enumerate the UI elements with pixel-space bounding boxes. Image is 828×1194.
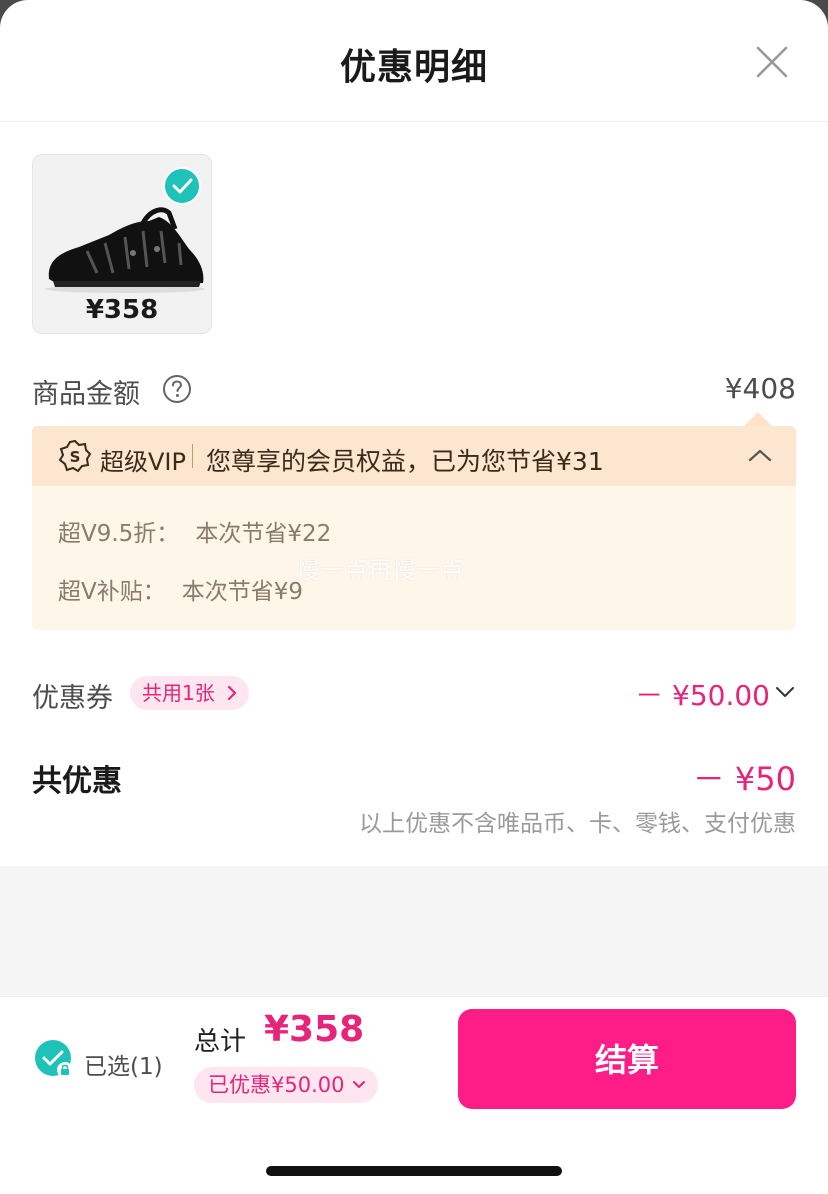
goods-amount-label: 商品金额 bbox=[32, 379, 140, 410]
discount-summary-pill[interactable]: 已优惠¥50.00 bbox=[194, 1067, 379, 1103]
goods-amount-value: ¥408 bbox=[724, 372, 796, 405]
vip-line-subsidy: 超V补贴： 本次节省¥9 bbox=[58, 572, 303, 606]
coupon-amount: － ¥50.00 bbox=[635, 679, 770, 712]
tooltip-pointer bbox=[744, 412, 772, 426]
coupon-label: 优惠券 bbox=[32, 683, 113, 714]
vip-divider bbox=[192, 444, 193, 468]
vip-line-label: 超V9.5折： bbox=[58, 521, 180, 547]
selected-count: 已选(1) bbox=[84, 1054, 163, 1080]
vip-line-discount: 超V9.5折： 本次节省¥22 bbox=[58, 514, 331, 548]
total-discount-label: 共优惠 bbox=[32, 764, 122, 799]
sum-label: 总计 bbox=[194, 1027, 247, 1057]
discount-detail-sheet: 优惠明细 ¥358 商品金额 ¥408 S 超级VIP 您尊享的会员权益，已为您… bbox=[0, 0, 828, 1194]
total-discount-row: 共优惠 － ¥50 以上优惠不含唯品币、卡、零钱、支付优惠 bbox=[32, 752, 796, 842]
watermark-text: 慢一点再慢一点 bbox=[296, 556, 464, 584]
shoe-image bbox=[45, 207, 205, 293]
vip-line-value: 本次节省¥9 bbox=[181, 579, 304, 605]
vip-benefits-panel: S 超级VIP 您尊享的会员权益，已为您节省¥31 超V9.5折： 本次节省¥22… bbox=[32, 426, 796, 630]
spacer-band bbox=[0, 866, 828, 996]
vip-badge-label: 超级VIP bbox=[100, 448, 186, 476]
close-icon[interactable] bbox=[752, 42, 792, 82]
vip-line-value: 本次节省¥22 bbox=[195, 521, 332, 547]
checkout-footer: 已选(1) 总计 ¥358 已优惠¥50.00 结算 bbox=[0, 996, 828, 1194]
checkout-button[interactable]: 结算 bbox=[458, 1009, 796, 1109]
sheet-header: 优惠明细 bbox=[0, 0, 828, 122]
total-discount-amount: － ¥50 bbox=[692, 760, 796, 798]
svg-text:S: S bbox=[70, 448, 81, 466]
coupon-count-pill[interactable]: 共用1张 bbox=[130, 676, 249, 710]
select-all-check-icon[interactable] bbox=[34, 1039, 74, 1079]
product-price: ¥358 bbox=[85, 295, 159, 325]
vip-benefits-header[interactable]: S 超级VIP 您尊享的会员权益，已为您节省¥31 bbox=[32, 426, 796, 486]
sum-value: ¥358 bbox=[264, 1009, 365, 1050]
goods-amount-row: 商品金额 ¥408 bbox=[32, 372, 796, 412]
chevron-down-icon[interactable] bbox=[774, 682, 796, 702]
vip-badge-icon: S bbox=[58, 439, 92, 473]
chevron-down-icon bbox=[353, 1081, 366, 1088]
chevron-right-icon bbox=[227, 685, 236, 701]
coupon-count-text: 共用1张 bbox=[142, 681, 215, 705]
discount-summary-text: 已优惠¥50.00 bbox=[208, 1073, 345, 1097]
home-indicator bbox=[266, 1166, 562, 1176]
chevron-up-icon[interactable] bbox=[746, 444, 774, 468]
coupon-row[interactable]: 优惠券 共用1张 － ¥50.00 bbox=[32, 674, 796, 714]
selected-check-icon[interactable] bbox=[163, 167, 201, 205]
sheet-title: 优惠明细 bbox=[339, 47, 488, 88]
product-card[interactable]: ¥358 bbox=[32, 154, 212, 334]
total-discount-note: 以上优惠不含唯品币、卡、零钱、支付优惠 bbox=[359, 811, 796, 837]
question-circle-icon[interactable] bbox=[162, 374, 192, 404]
vip-saving-text: 您尊享的会员权益，已为您节省¥31 bbox=[206, 447, 604, 476]
vip-line-label: 超V补贴： bbox=[58, 579, 166, 605]
